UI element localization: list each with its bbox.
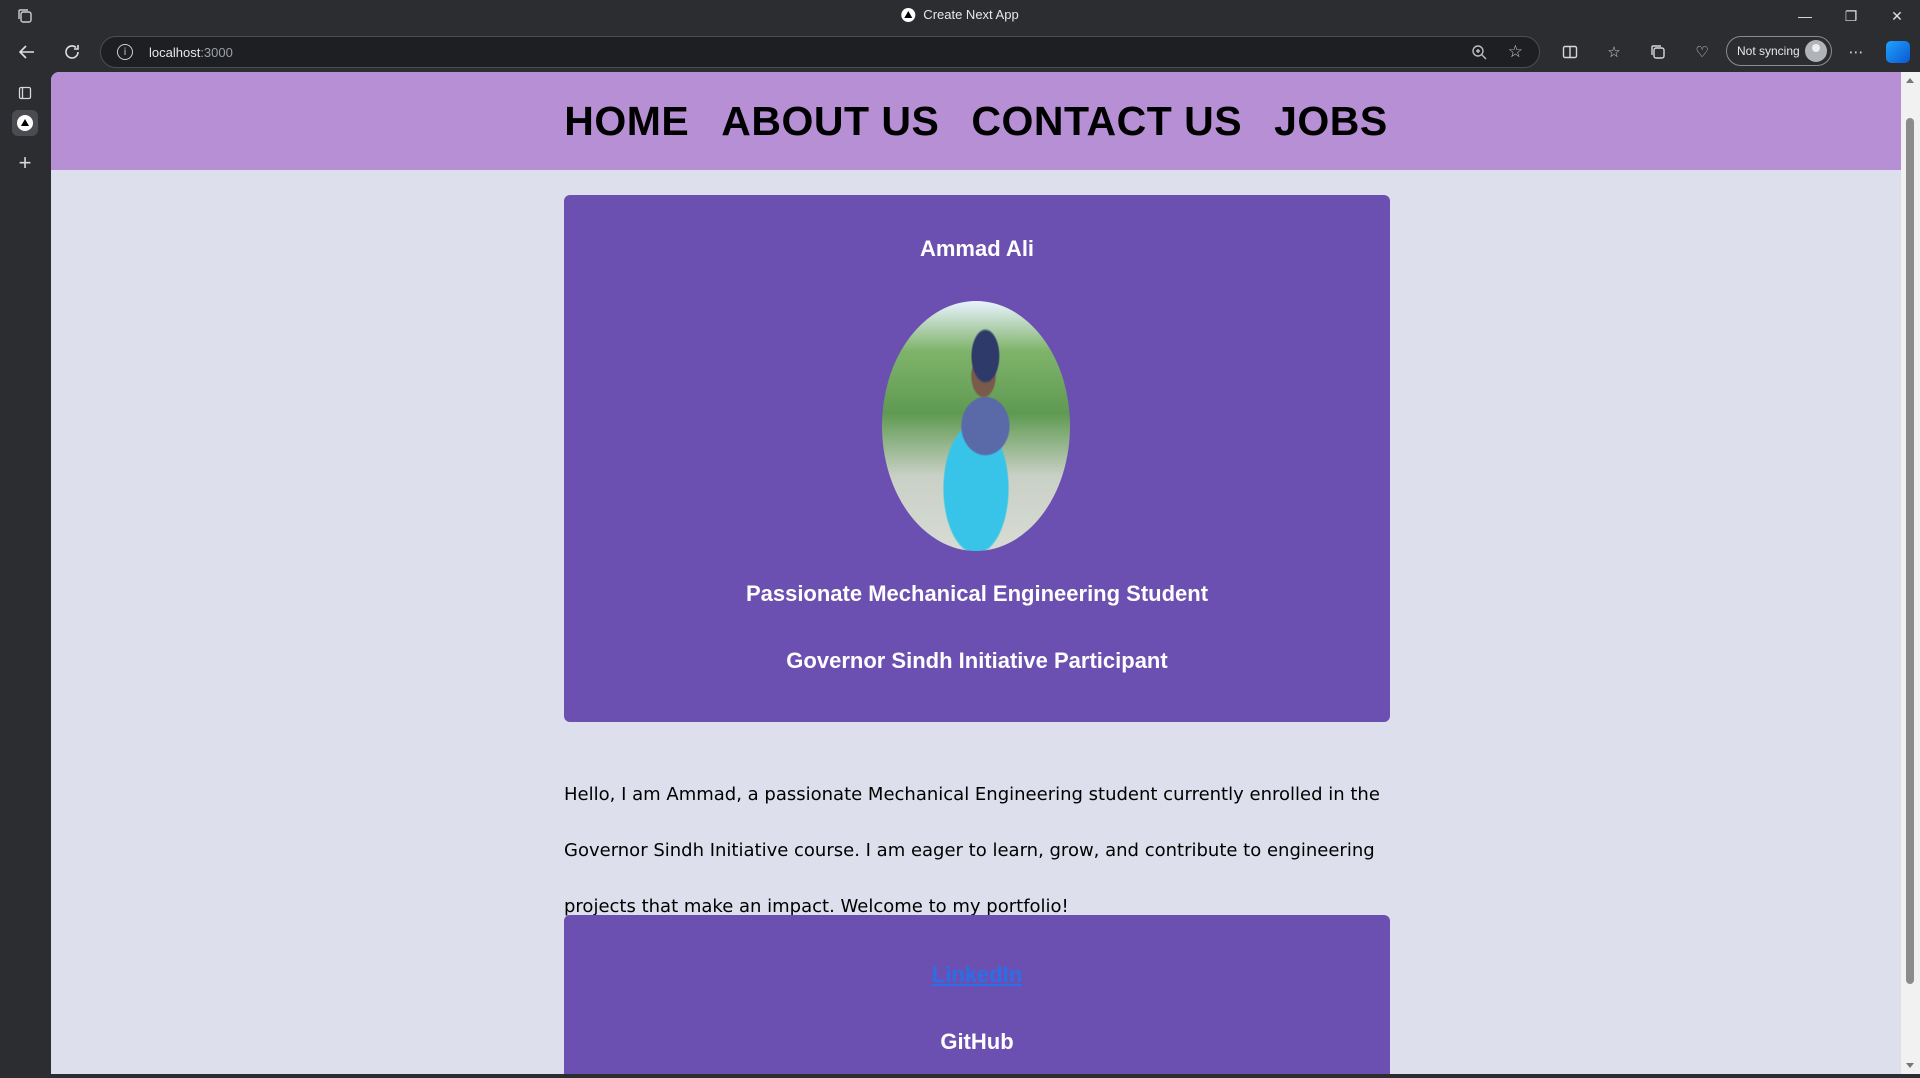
back-icon[interactable]: [15, 40, 39, 64]
nextjs-tab-icon: [17, 115, 33, 131]
scrollbar-thumb[interactable]: [1906, 118, 1914, 984]
profile-headline-2: Governor Sindh Initiative Participant: [786, 648, 1168, 673]
browser-toolbar: i localhost:3000 ☆ ☆ ♡ Not syncing ⋯: [0, 32, 1920, 72]
profile-sync-button[interactable]: Not syncing: [1726, 36, 1832, 66]
nav-jobs[interactable]: JOBS: [1274, 98, 1388, 145]
tab-actions-icon[interactable]: [12, 80, 38, 106]
new-tab-icon[interactable]: +: [12, 150, 38, 176]
more-options-icon[interactable]: ⋯: [1846, 42, 1866, 62]
github-link[interactable]: GitHub: [564, 1029, 1390, 1055]
title-bar: Create Next App — ❐ ✕: [0, 0, 1920, 32]
refresh-icon[interactable]: [60, 40, 84, 64]
minimize-icon[interactable]: —: [1782, 0, 1828, 32]
site-navbar: HOME ABOUT US CONTACT US JOBS: [51, 72, 1901, 170]
split-screen-icon[interactable]: [1560, 42, 1580, 62]
address-bar[interactable]: i localhost:3000 ☆: [100, 36, 1540, 68]
nav-contact-us[interactable]: CONTACT US: [971, 98, 1242, 145]
linkedin-link[interactable]: LinkedIn: [564, 962, 1390, 988]
scroll-up-arrow-icon[interactable]: [1906, 78, 1914, 83]
vertical-tabs-sidebar: +: [0, 72, 50, 1078]
zoom-icon[interactable]: [1471, 44, 1487, 60]
profile-name: Ammad Ali: [919, 236, 1035, 261]
close-icon[interactable]: ✕: [1874, 0, 1920, 32]
browser-essentials-icon[interactable]: ♡: [1692, 42, 1712, 62]
tab-title-text: Create Next App: [923, 7, 1019, 22]
site-info-icon[interactable]: i: [117, 44, 133, 60]
collections-icon[interactable]: [1648, 42, 1668, 62]
workspaces-icon[interactable]: [16, 7, 34, 25]
nextjs-favicon-icon: [901, 7, 916, 22]
nav-about-us[interactable]: ABOUT US: [721, 98, 939, 145]
sync-label: Not syncing: [1737, 44, 1800, 58]
profile-avatar-icon: [1805, 40, 1827, 62]
page-scrollbar[interactable]: [1901, 72, 1920, 1074]
window-title: Create Next App: [901, 7, 1019, 22]
restore-icon[interactable]: ❐: [1828, 0, 1874, 32]
active-tab-nextjs[interactable]: [12, 110, 38, 136]
url-text[interactable]: localhost:3000: [149, 45, 233, 60]
window-controls: — ❐ ✕: [1782, 0, 1920, 32]
links-card: LinkedIn GitHub: [564, 915, 1390, 1074]
profile-card: Ammad Ali Passionate Mechanical Engineer…: [564, 195, 1390, 722]
page-viewport: HOME ABOUT US CONTACT US JOBS Ammad Ali …: [51, 72, 1901, 1074]
profile-headline-1: Passionate Mechanical Engineering Studen…: [745, 581, 1209, 606]
profile-photo: [882, 301, 1070, 551]
copilot-icon[interactable]: [1886, 41, 1910, 63]
nav-home[interactable]: HOME: [564, 98, 689, 145]
favorite-star-icon[interactable]: ☆: [1508, 42, 1523, 62]
bio-paragraph: Hello, I am Ammad, a passionate Mechanic…: [564, 784, 1380, 917]
favorites-icon[interactable]: ☆: [1604, 42, 1624, 62]
scroll-down-arrow-icon[interactable]: [1906, 1063, 1914, 1068]
